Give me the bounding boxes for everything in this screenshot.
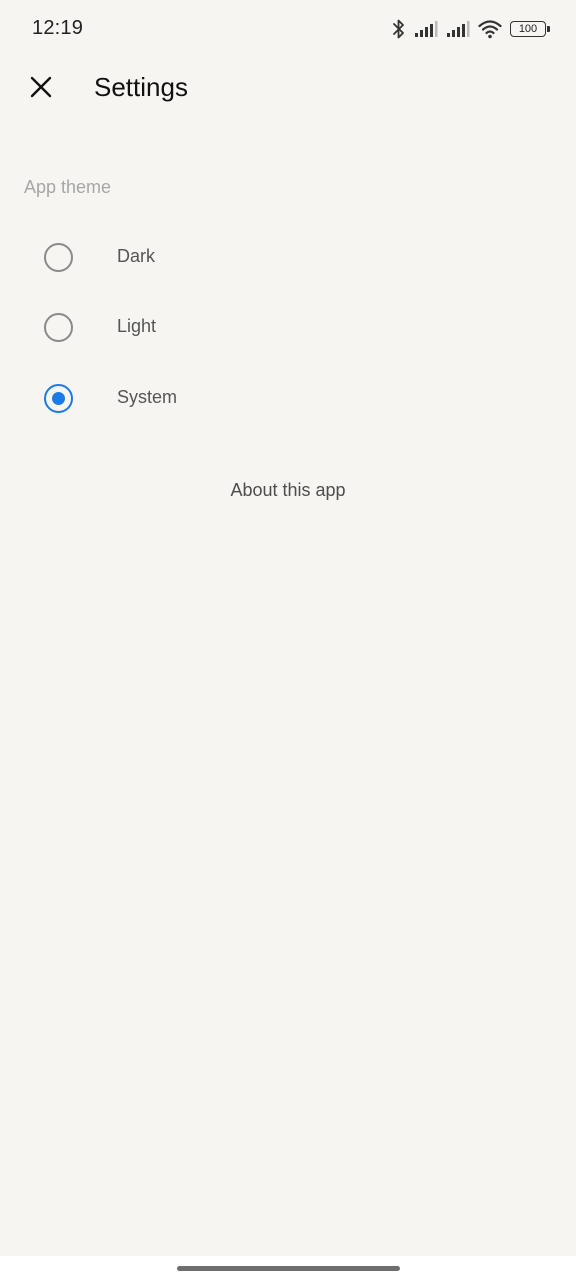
- radio-button-light[interactable]: [44, 313, 73, 342]
- status-bar: 12:19 100: [0, 0, 576, 58]
- status-time: 12:19: [32, 17, 84, 39]
- battery-level: 100: [518, 23, 538, 35]
- radio-button-dark[interactable]: [44, 243, 73, 272]
- navigation-bar: [0, 1256, 576, 1280]
- theme-option-dark[interactable]: Dark: [0, 222, 576, 292]
- app-bar: Settings: [0, 58, 576, 118]
- section-label-app-theme: App theme: [24, 177, 112, 197]
- status-icons: 100: [392, 16, 550, 42]
- home-indicator[interactable]: [177, 1266, 400, 1271]
- radio-label-dark: Dark: [117, 246, 156, 266]
- wifi-icon: [478, 19, 502, 39]
- theme-option-light[interactable]: Light: [0, 292, 576, 362]
- radio-label-light: Light: [117, 316, 157, 336]
- close-icon: [30, 76, 52, 103]
- bluetooth-icon: [392, 18, 406, 40]
- radio-label-system: System: [117, 387, 178, 407]
- radio-button-system[interactable]: [44, 384, 73, 413]
- theme-option-system[interactable]: System: [0, 363, 576, 433]
- cell-signal-icon: [446, 20, 470, 38]
- about-this-app-link[interactable]: About this app: [0, 480, 576, 501]
- close-button[interactable]: [20, 68, 62, 110]
- cell-signal-icon: [414, 20, 438, 38]
- page-title: Settings: [94, 72, 188, 102]
- battery-icon: 100: [510, 21, 550, 37]
